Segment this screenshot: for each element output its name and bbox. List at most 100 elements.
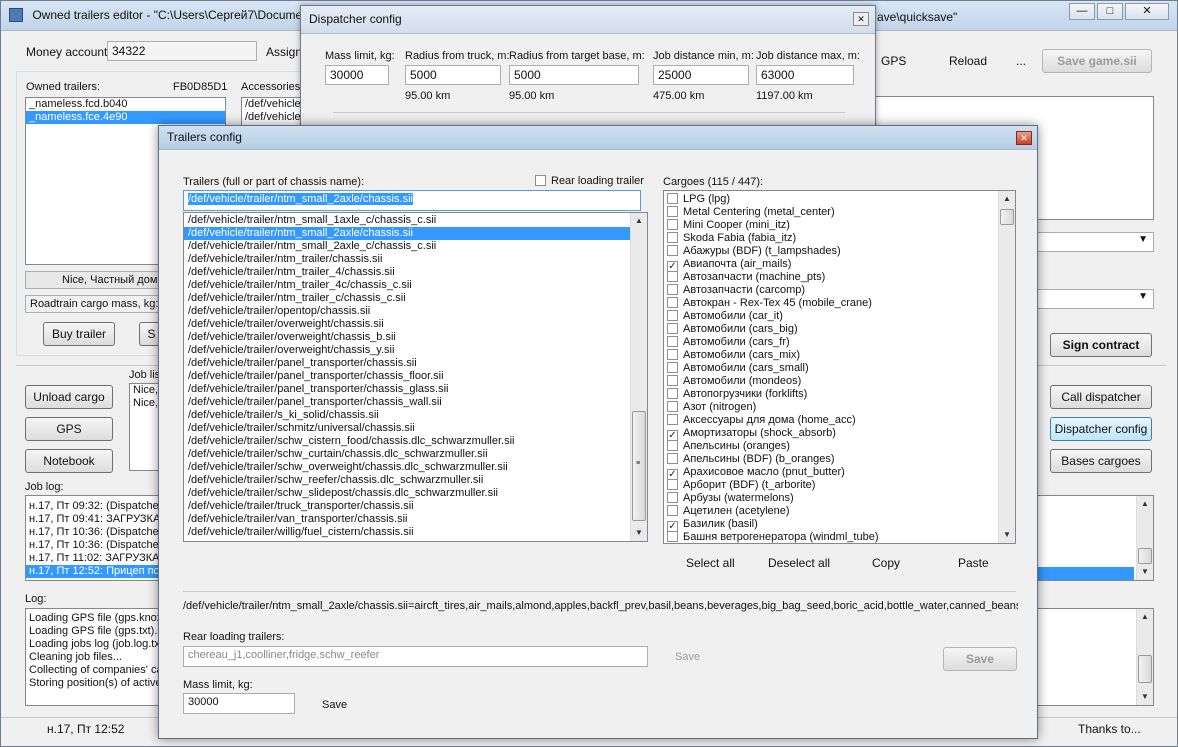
- trailer-item[interactable]: /def/vehicle/trailer/overweight/chassis.…: [184, 318, 647, 331]
- trailer-item[interactable]: /def/vehicle/trailer/overweight/chassis_…: [184, 331, 647, 344]
- scroll-up-arrow[interactable]: ▲: [631, 213, 647, 229]
- more-link[interactable]: ...: [1016, 54, 1026, 68]
- checkbox-icon[interactable]: [667, 284, 678, 295]
- trailer-item[interactable]: /def/vehicle/trailer/ntm_small_1axle_c/c…: [184, 214, 647, 227]
- trailer-item[interactable]: /def/vehicle/trailer/panel_transporter/c…: [184, 370, 647, 383]
- cargo-item[interactable]: Апельсины (oranges): [664, 440, 1015, 453]
- checkbox-icon[interactable]: [667, 505, 678, 516]
- dispatcher-mass-input[interactable]: 30000: [325, 65, 389, 85]
- checkbox-icon[interactable]: [667, 206, 678, 217]
- job-log-item[interactable]: н.17, Пт 10:36: (Dispatche: [26, 526, 165, 539]
- accessory-item[interactable]: /def/vehicle: [242, 98, 301, 111]
- rear-trailers-input[interactable]: chereau_j1,coolliner,fridge,schw_reefer: [183, 646, 648, 667]
- cargo-item[interactable]: Skoda Fabia (fabia_itz): [664, 232, 1015, 245]
- cargo-item[interactable]: Автомобили (car_it): [664, 310, 1015, 323]
- trailer-filter-input[interactable]: /def/vehicle/trailer/ntm_small_2axle/cha…: [183, 190, 641, 211]
- scroll-down-arrow[interactable]: ▼: [631, 525, 647, 541]
- scroll-down-arrow[interactable]: ▼: [1137, 689, 1153, 705]
- trailer-item[interactable]: /def/vehicle/trailer/schw_reefer/chassis…: [184, 474, 647, 487]
- money-field[interactable]: 34322: [107, 41, 257, 61]
- trailer-item-selected[interactable]: /def/vehicle/trailer/ntm_small_2axle/cha…: [184, 227, 647, 240]
- cargo-item[interactable]: Автозапчасти (machine_pts): [664, 271, 1015, 284]
- checkbox-icon[interactable]: [535, 175, 546, 186]
- scroll-thumb[interactable]: [1138, 655, 1152, 683]
- trailer-item[interactable]: /def/vehicle/trailer/schmitz/universal/c…: [184, 422, 647, 435]
- rear-loading-checkbox[interactable]: Rear loading trailer: [535, 175, 644, 187]
- scroll-down-arrow[interactable]: ▼: [999, 527, 1015, 543]
- mass-save-link[interactable]: Save: [322, 699, 347, 711]
- checkbox-icon[interactable]: [667, 349, 678, 360]
- gps-button[interactable]: GPS: [25, 417, 113, 441]
- trailers-close-button[interactable]: ✕: [1016, 131, 1032, 145]
- distance-min-input[interactable]: 25000: [653, 65, 749, 85]
- scroll-up-arrow[interactable]: ▲: [999, 191, 1015, 207]
- cargo-item[interactable]: ✓ Авиапочта (air_mails): [664, 258, 1015, 272]
- trailer-item[interactable]: /def/vehicle/trailer/ntm_trailer_4/chass…: [184, 266, 647, 279]
- checkbox-icon[interactable]: [667, 271, 678, 282]
- rear-save-link[interactable]: Save: [675, 651, 700, 663]
- scroll-down-arrow[interactable]: ▼: [1137, 564, 1153, 580]
- checkbox-icon[interactable]: [667, 388, 678, 399]
- cargo-item[interactable]: Metal Centering (metal_center): [664, 206, 1015, 219]
- gps-top-link[interactable]: GPS: [881, 54, 906, 68]
- checkbox-icon[interactable]: [667, 531, 678, 542]
- select-all-link[interactable]: Select all: [686, 556, 735, 570]
- job-log-item[interactable]: н.17, Пт 09:41: ЗАГРУЗКА: [26, 513, 165, 526]
- cargo-item[interactable]: Mini Cooper (mini_itz): [664, 219, 1015, 232]
- cargo-item[interactable]: ✓ Амортизаторы (shock_absorb): [664, 427, 1015, 441]
- trailer-item[interactable]: /def/vehicle/trailer/panel_transporter/c…: [184, 383, 647, 396]
- checkbox-icon[interactable]: [667, 297, 678, 308]
- cargo-item[interactable]: Автомобили (cars_fr): [664, 336, 1015, 349]
- checkbox-icon[interactable]: [667, 245, 678, 256]
- cargo-item[interactable]: ✓ Базилик (basil): [664, 518, 1015, 532]
- trailer-item[interactable]: /def/vehicle/trailer/ntm_trailer_c/chass…: [184, 292, 647, 305]
- job-log-item[interactable]: н.17, Пт 09:32: (Dispatche: [26, 500, 165, 513]
- trailer-item[interactable]: /def/vehicle/trailer/opentop/chassis.sii: [184, 305, 647, 318]
- trailer-item[interactable]: /def/vehicle/trailer/ntm_small_2axle_c/c…: [184, 240, 647, 253]
- copy-link[interactable]: Copy: [872, 556, 900, 570]
- cargo-item[interactable]: Арборит (BDF) (t_arborite): [664, 479, 1015, 492]
- cargoes-list[interactable]: LPG (lpg) Metal Centering (metal_center) M…: [663, 190, 1016, 544]
- cargo-item[interactable]: Абажуры (BDF) (t_lampshades): [664, 245, 1015, 258]
- radius-base-input[interactable]: 5000: [509, 65, 639, 85]
- job-log-list[interactable]: н.17, Пт 09:32: (Dispatche н.17, Пт 09:4…: [25, 495, 165, 581]
- checkbox-icon[interactable]: [667, 440, 678, 451]
- checkbox-icon[interactable]: [667, 362, 678, 373]
- trailer-item[interactable]: /def/vehicle/trailer/schw_overweight/cha…: [184, 461, 647, 474]
- sign-contract-button[interactable]: Sign contract: [1050, 333, 1152, 357]
- cargo-item[interactable]: LPG (lpg): [664, 193, 1015, 206]
- cargo-item[interactable]: Автомобили (cars_small): [664, 362, 1015, 375]
- trailer-item[interactable]: /def/vehicle/trailer/panel_transporter/c…: [184, 396, 647, 409]
- buy-trailer-button[interactable]: Buy trailer: [43, 322, 115, 346]
- trailer-item[interactable]: /def/vehicle/trailer/schw_cistern_food/c…: [184, 435, 647, 448]
- owned-trailer-item[interactable]: _nameless.fcd.b040: [26, 98, 225, 111]
- job-log-scrollbar[interactable]: ▲ ▼: [1136, 496, 1153, 580]
- cargo-item[interactable]: Аксессуары для дома (home_acc): [664, 414, 1015, 427]
- unload-cargo-button[interactable]: Unload cargo: [25, 385, 113, 409]
- save-game-button[interactable]: Save game.sii: [1042, 49, 1152, 73]
- trailer-item[interactable]: /def/vehicle/trailer/overweight/chassis_…: [184, 344, 647, 357]
- cargo-item[interactable]: Ацетилен (acetylene): [664, 505, 1015, 518]
- checkbox-icon[interactable]: [667, 219, 678, 230]
- cargo-item[interactable]: Арбузы (watermelons): [664, 492, 1015, 505]
- trailer-item[interactable]: /def/vehicle/trailer/van_transporter/cha…: [184, 513, 647, 526]
- checkbox-icon[interactable]: [667, 310, 678, 321]
- checkbox-icon[interactable]: [667, 336, 678, 347]
- trailers-list[interactable]: /def/vehicle/trailer/ntm_small_1axle_c/c…: [183, 212, 648, 542]
- cargoes-scrollbar[interactable]: ▲ ▼: [998, 191, 1015, 543]
- cargo-item[interactable]: Автомобили (cars_big): [664, 323, 1015, 336]
- trailer-item[interactable]: /def/vehicle/trailer/schw_slidepost/chas…: [184, 487, 647, 500]
- checkbox-icon[interactable]: [667, 492, 678, 503]
- paste-link[interactable]: Paste: [958, 556, 989, 570]
- checkbox-icon[interactable]: [667, 401, 678, 412]
- checkbox-icon[interactable]: [667, 453, 678, 464]
- minimize-button[interactable]: —: [1069, 3, 1095, 20]
- trailer-item[interactable]: /def/vehicle/trailer/ntm_trailer/chassis…: [184, 253, 647, 266]
- trailer-item[interactable]: /def/vehicle/trailer/panel_transporter/c…: [184, 357, 647, 370]
- owned-trailer-item-selected[interactable]: _nameless.fce.4e90: [26, 111, 225, 124]
- job-log-item[interactable]: н.17, Пт 10:36: (Dispatche: [26, 539, 165, 552]
- cargo-item[interactable]: Апельсины (BDF) (b_oranges): [664, 453, 1015, 466]
- job-log-item[interactable]: н.17, Пт 11:02: ЗАГРУЗКА: [26, 552, 165, 565]
- scroll-thumb[interactable]: [1000, 209, 1014, 225]
- radius-truck-input[interactable]: 5000: [405, 65, 501, 85]
